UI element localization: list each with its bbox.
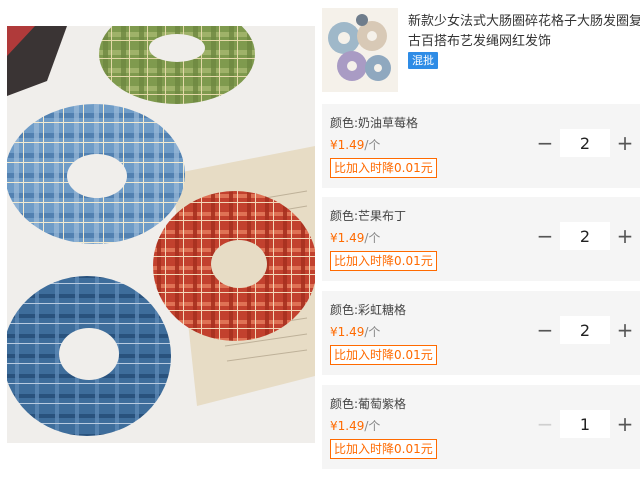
sku-row: 颜色:芒果布丁 ¥1.49/个 比加入时降0.01元 − 2 + <box>322 197 640 281</box>
price-unit: /个 <box>364 231 381 245</box>
price-value: 1.49 <box>337 419 365 433</box>
decrease-quantity-button[interactable]: − <box>532 410 558 438</box>
quantity-stepper: − 2 + <box>532 222 640 250</box>
price-unit: /个 <box>364 419 381 433</box>
price-unit: /个 <box>364 138 381 152</box>
product-title[interactable]: 新款少女法式大肠圈碎花格子大肠发圈复 古百搭布艺发绳网红发饰 <box>408 12 640 52</box>
quantity-input[interactable]: 2 <box>560 222 610 250</box>
sku-price: ¥1.49/个 <box>330 417 380 434</box>
sku-price: ¥1.49/个 <box>330 136 380 153</box>
mixed-batch-badge: 混批 <box>408 52 438 69</box>
price-value: 1.49 <box>337 325 365 339</box>
decrease-quantity-button[interactable]: − <box>532 222 558 250</box>
currency-symbol: ¥ <box>330 138 338 152</box>
sku-row: 颜色:奶油草莓格 ¥1.49/个 比加入时降0.01元 − 2 + <box>322 104 640 188</box>
currency-symbol: ¥ <box>330 419 338 433</box>
sku-row: 颜色:彩虹糖格 ¥1.49/个 比加入时降0.01元 − 2 + <box>322 291 640 375</box>
product-title-line2: 古百搭布艺发绳网红发饰 <box>408 34 552 49</box>
quantity-stepper: − 2 + <box>532 129 640 157</box>
currency-symbol: ¥ <box>330 325 338 339</box>
quantity-stepper: − 2 + <box>532 316 640 344</box>
sku-price: ¥1.49/个 <box>330 323 380 340</box>
price-unit: /个 <box>364 325 381 339</box>
cart-panel: 新款少女法式大肠圈碎花格子大肠发圈复 古百搭布艺发绳网红发饰 混批 颜色:奶油草… <box>322 0 640 480</box>
quantity-input[interactable]: 2 <box>560 129 610 157</box>
price-drop-tag: 比加入时降0.01元 <box>330 439 437 459</box>
price-drop-tag: 比加入时降0.01元 <box>330 158 437 178</box>
price-drop-tag: 比加入时降0.01元 <box>330 251 437 271</box>
cart-screen: 新款少女法式大肠圈碎花格子大肠发圈复 古百搭布艺发绳网红发饰 混批 颜色:奶油草… <box>0 0 640 480</box>
sku-price: ¥1.49/个 <box>330 229 380 246</box>
sku-color-label: 颜色:芒果布丁 <box>330 209 407 223</box>
product-header: 新款少女法式大肠圈碎花格子大肠发圈复 古百搭布艺发绳网红发饰 混批 <box>322 0 640 96</box>
currency-symbol: ¥ <box>330 231 338 245</box>
increase-quantity-button[interactable]: + <box>612 129 638 157</box>
product-photo <box>7 26 315 443</box>
decrease-quantity-button[interactable]: − <box>532 316 558 344</box>
sku-color-label: 颜色:奶油草莓格 <box>330 116 419 130</box>
increase-quantity-button[interactable]: + <box>612 410 638 438</box>
product-title-line1: 新款少女法式大肠圈碎花格子大肠发圈复 <box>408 14 640 29</box>
price-value: 1.49 <box>337 231 365 245</box>
increase-quantity-button[interactable]: + <box>612 316 638 344</box>
quantity-input[interactable]: 2 <box>560 316 610 344</box>
sku-row: 颜色:葡萄紫格 ¥1.49/个 比加入时降0.01元 − 1 + <box>322 385 640 469</box>
price-value: 1.49 <box>337 138 365 152</box>
quantity-stepper: − 1 + <box>532 410 640 438</box>
product-thumbnail[interactable] <box>322 8 398 92</box>
decrease-quantity-button[interactable]: − <box>532 129 558 157</box>
quantity-input[interactable]: 1 <box>560 410 610 438</box>
increase-quantity-button[interactable]: + <box>612 222 638 250</box>
sku-color-label: 颜色:彩虹糖格 <box>330 303 407 317</box>
sku-color-label: 颜色:葡萄紫格 <box>330 397 407 411</box>
price-drop-tag: 比加入时降0.01元 <box>330 345 437 365</box>
